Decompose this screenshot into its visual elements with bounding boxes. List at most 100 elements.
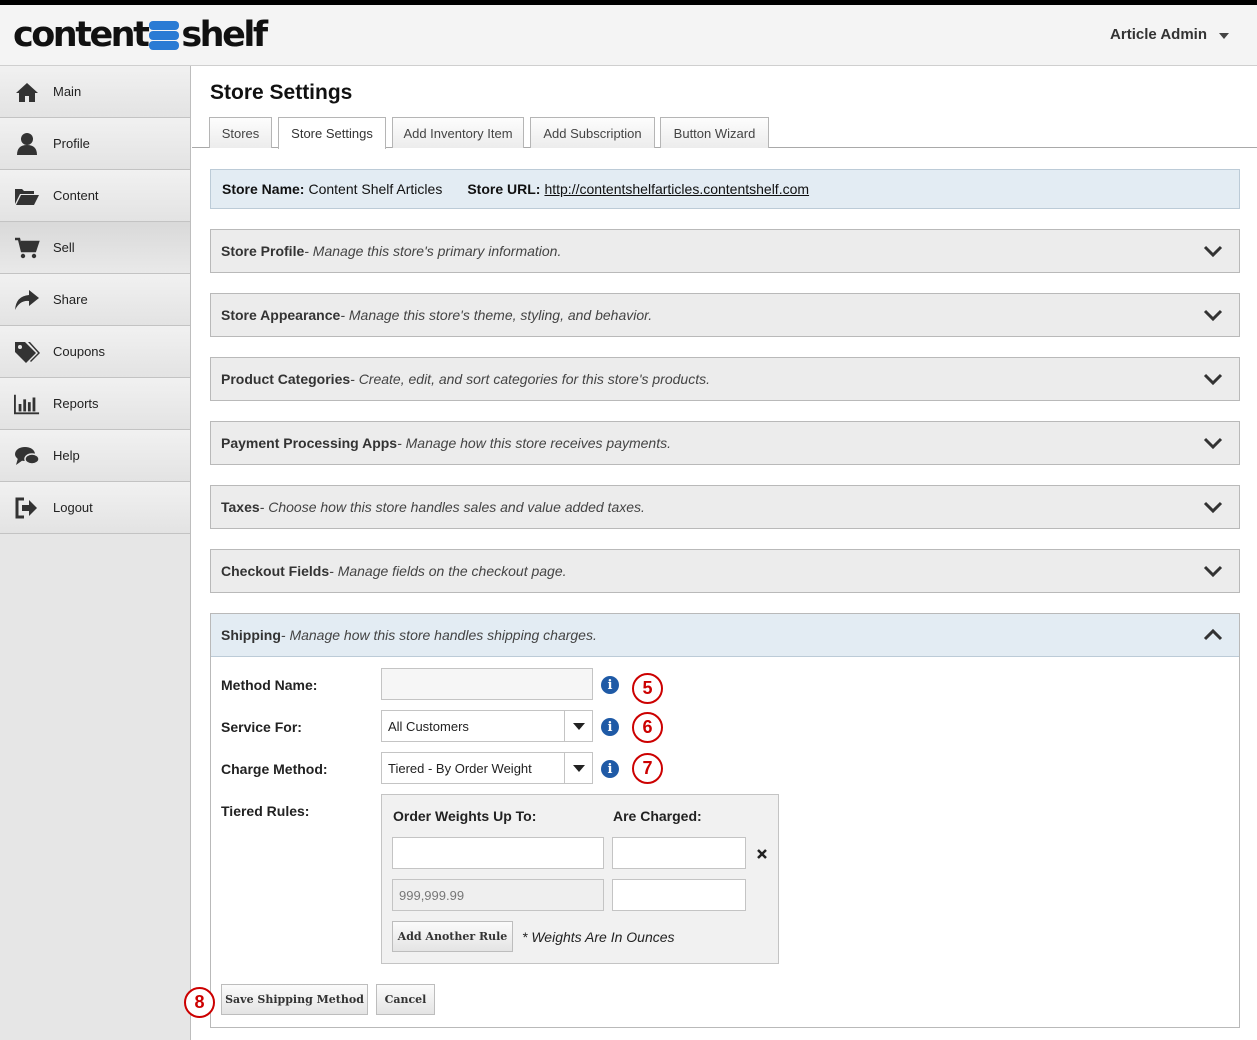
callout-5: 5 bbox=[632, 673, 663, 704]
page-title: Store Settings bbox=[210, 81, 353, 104]
store-url-link[interactable]: http://contentshelfarticles.contentshelf… bbox=[544, 181, 809, 197]
panel-title: Shipping bbox=[221, 627, 281, 643]
info-icon[interactable]: i bbox=[601, 676, 619, 694]
sidebar-item-share[interactable]: Share bbox=[0, 274, 190, 326]
weight-input[interactable] bbox=[392, 837, 604, 869]
remove-rule-icon[interactable] bbox=[757, 849, 767, 859]
panel-taxes[interactable]: Taxes - Choose how this store handles sa… bbox=[210, 485, 1240, 529]
logo-text-right: shelf bbox=[181, 15, 268, 55]
dropdown-arrow-icon[interactable] bbox=[564, 711, 592, 741]
panel-description: - Choose how this store handles sales an… bbox=[259, 499, 645, 515]
panel-title: Checkout Fields bbox=[221, 563, 330, 579]
home-icon bbox=[14, 79, 40, 105]
sidebar-item-help[interactable]: Help bbox=[0, 430, 190, 482]
tab-store-settings[interactable]: Store Settings bbox=[278, 117, 386, 149]
chevron-down-icon[interactable] bbox=[1203, 243, 1223, 259]
tab-add-subscription[interactable]: Add Subscription bbox=[530, 117, 655, 148]
save-shipping-method-button[interactable]: Save Shipping Method bbox=[221, 984, 368, 1015]
weight-input-last[interactable]: 999,999.99 bbox=[392, 879, 604, 911]
info-icon[interactable]: i bbox=[601, 760, 619, 778]
callout-6: 6 bbox=[632, 712, 663, 743]
logout-icon bbox=[14, 495, 40, 521]
cancel-button[interactable]: Cancel bbox=[376, 984, 435, 1015]
add-another-rule-button[interactable]: Add Another Rule bbox=[392, 921, 513, 952]
panel-title: Store Profile bbox=[221, 243, 305, 259]
service-for-value: All Customers bbox=[388, 718, 469, 734]
sidebar-item-reports[interactable]: Reports bbox=[0, 378, 190, 430]
logo[interactable]: content shelf bbox=[13, 15, 268, 55]
sidebar: Main Profile Content Sell Share Coupons bbox=[0, 66, 191, 1040]
sidebar-item-coupons[interactable]: Coupons bbox=[0, 326, 190, 378]
tab-add-inventory-item[interactable]: Add Inventory Item bbox=[392, 117, 524, 148]
store-url-label: Store URL: bbox=[467, 181, 541, 197]
method-name-label: Method Name: bbox=[221, 677, 318, 693]
method-name-input[interactable] bbox=[381, 668, 593, 700]
user-icon bbox=[14, 131, 40, 157]
logo-text-left: content bbox=[13, 15, 150, 55]
panel-description: - Manage how this store receives payment… bbox=[397, 435, 671, 451]
tab-button-wizard[interactable]: Button Wizard bbox=[660, 117, 769, 148]
charge-method-value: Tiered - By Order Weight bbox=[388, 760, 532, 776]
dropdown-arrow-icon[interactable] bbox=[564, 753, 592, 783]
chat-icon bbox=[14, 443, 40, 469]
panel-title: Taxes bbox=[221, 499, 260, 515]
charge-input-last[interactable] bbox=[612, 879, 746, 911]
panel-title: Product Categories bbox=[221, 371, 351, 387]
sidebar-item-main[interactable]: Main bbox=[0, 66, 190, 118]
logo-stack-icon bbox=[149, 19, 180, 51]
sidebar-item-label: Help bbox=[53, 448, 80, 463]
panel-title: Store Appearance bbox=[221, 307, 341, 323]
sidebar-item-label: Coupons bbox=[53, 344, 106, 359]
sidebar-item-logout[interactable]: Logout bbox=[0, 482, 190, 534]
panel-product-categories[interactable]: Product Categories - Create, edit, and s… bbox=[210, 357, 1240, 401]
chevron-down-icon[interactable] bbox=[1203, 307, 1223, 323]
app-header: content shelf Article Admin bbox=[0, 5, 1257, 66]
panel-description: - Manage this store's primary informatio… bbox=[304, 243, 562, 259]
store-name-value: Content Shelf Articles bbox=[308, 181, 443, 197]
charge-input[interactable] bbox=[612, 837, 746, 869]
panel-description: - Manage how this store handles shipping… bbox=[280, 627, 597, 643]
service-for-select[interactable]: All Customers bbox=[381, 710, 593, 742]
panel-description: - Create, edit, and sort categories for … bbox=[350, 371, 710, 387]
sidebar-item-label: Main bbox=[53, 84, 82, 99]
service-for-label: Service For: bbox=[221, 719, 302, 735]
panel-store-appearance[interactable]: Store Appearance - Manage this store's t… bbox=[210, 293, 1240, 337]
col-header-weights: Order Weights Up To: bbox=[393, 808, 537, 824]
charge-method-select[interactable]: Tiered - By Order Weight bbox=[381, 752, 593, 784]
chevron-down-icon[interactable] bbox=[1203, 435, 1223, 451]
chevron-down-icon[interactable] bbox=[1203, 499, 1223, 515]
tags-icon bbox=[14, 339, 40, 365]
store-info-bar: Store Name: Content Shelf Articles Store… bbox=[210, 169, 1240, 209]
sidebar-item-label: Profile bbox=[53, 136, 90, 151]
info-icon[interactable]: i bbox=[601, 718, 619, 736]
panel-payment-processing-apps[interactable]: Payment Processing Apps - Manage how thi… bbox=[210, 421, 1240, 465]
tiered-rules-box: Order Weights Up To: Are Charged: 999,99… bbox=[381, 794, 779, 964]
sidebar-item-label: Content bbox=[53, 188, 99, 203]
shipping-header[interactable]: Shipping - Manage how this store handles… bbox=[211, 614, 1239, 657]
folder-icon bbox=[14, 183, 40, 209]
panel-description: - Manage this store's theme, styling, an… bbox=[340, 307, 653, 323]
user-name: Article Admin bbox=[1110, 26, 1207, 43]
weights-note: * Weights Are In Ounces bbox=[522, 929, 675, 945]
charge-method-label: Charge Method: bbox=[221, 761, 328, 777]
tab-bar: Stores Store Settings Add Inventory Item… bbox=[192, 117, 1257, 149]
cart-icon bbox=[14, 235, 40, 261]
sidebar-item-label: Sell bbox=[53, 240, 75, 255]
sidebar-item-sell[interactable]: Sell bbox=[0, 222, 190, 274]
chevron-up-icon[interactable] bbox=[1203, 627, 1223, 643]
chevron-down-icon[interactable] bbox=[1203, 563, 1223, 579]
sidebar-item-label: Reports bbox=[53, 396, 99, 411]
sidebar-item-profile[interactable]: Profile bbox=[0, 118, 190, 170]
callout-7: 7 bbox=[632, 753, 663, 784]
user-menu[interactable]: Article Admin bbox=[1110, 26, 1229, 43]
sidebar-item-content[interactable]: Content bbox=[0, 170, 190, 222]
panel-shipping: Shipping - Manage how this store handles… bbox=[184, 613, 1240, 1028]
main-content: Store Settings Stores Store Settings Add… bbox=[184, 66, 1257, 1040]
panel-title: Payment Processing Apps bbox=[221, 435, 398, 451]
chevron-down-icon[interactable] bbox=[1203, 371, 1223, 387]
panel-checkout-fields[interactable]: Checkout Fields - Manage fields on the c… bbox=[210, 549, 1240, 593]
sidebar-item-label: Logout bbox=[53, 500, 93, 515]
panel-store-profile[interactable]: Store Profile - Manage this store's prim… bbox=[210, 229, 1240, 273]
tab-stores[interactable]: Stores bbox=[209, 117, 272, 148]
caret-down-icon bbox=[1219, 32, 1229, 39]
